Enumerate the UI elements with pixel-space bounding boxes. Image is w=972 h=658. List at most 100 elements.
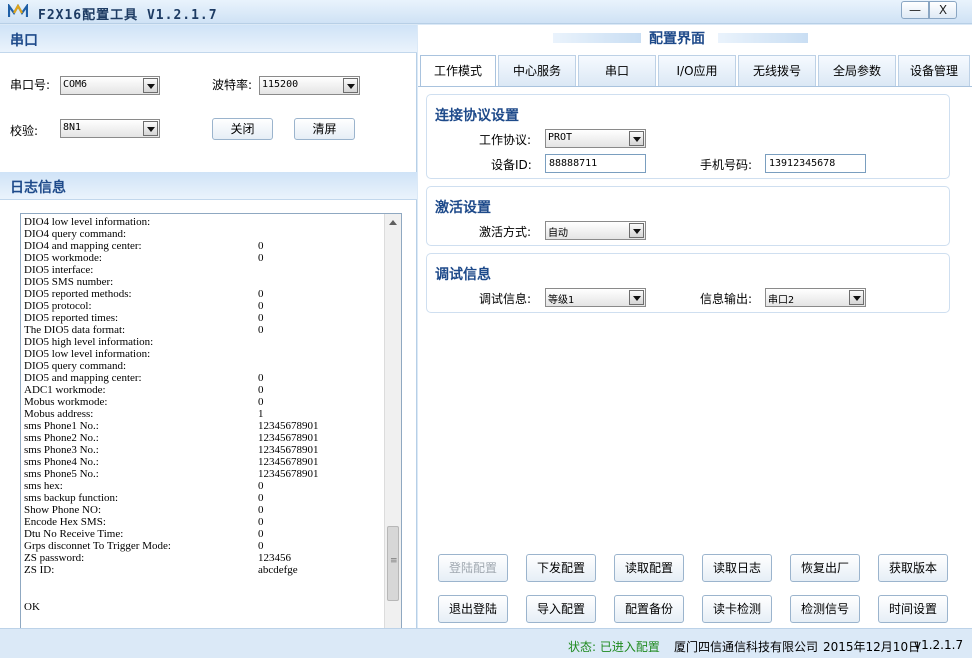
- log-line: DIO5 workmode: 0: [24, 252, 384, 264]
- baud-value: 115200: [262, 79, 299, 90]
- close-port-button[interactable]: 关闭: [212, 118, 273, 140]
- scroll-thumb[interactable]: [387, 526, 399, 601]
- config-tabs: 工作模式 中心服务 串口 I/O应用 无线拨号 全局参数 设备管理: [418, 55, 972, 87]
- card-check-button[interactable]: 读卡检测: [702, 595, 772, 623]
- log-output[interactable]: DIO4 low level information: DIO4 query co…: [20, 213, 402, 642]
- log-value: 0: [258, 324, 264, 336]
- read-config-button[interactable]: 读取配置: [614, 554, 684, 582]
- tab-work-mode[interactable]: 工作模式: [420, 55, 496, 87]
- window-title: F2X16配置工具 V1.2.1.7: [38, 8, 218, 23]
- check-select[interactable]: 8N1: [60, 119, 160, 138]
- scroll-up-icon[interactable]: [389, 220, 397, 225]
- tab-center-service[interactable]: 中心服务: [498, 55, 576, 86]
- tab-global-params[interactable]: 全局参数: [818, 55, 896, 86]
- log-key: sms hex:: [24, 480, 63, 492]
- chevron-down-icon[interactable]: [343, 78, 358, 93]
- log-line: DIO4 low level information:: [24, 216, 384, 228]
- log-value: 0: [258, 312, 264, 324]
- debug-level-label: 调试信息:: [479, 292, 532, 306]
- chevron-down-icon[interactable]: [849, 290, 864, 305]
- device-id-label: 设备ID:: [491, 158, 532, 172]
- tab-wireless-dial[interactable]: 无线拨号: [738, 55, 816, 86]
- debug-group: 调试信息 调试信息: 等级1 信息输出: 串口2: [426, 253, 950, 313]
- port-select[interactable]: COM6: [60, 76, 160, 95]
- config-content: 连接协议设置 工作协议: PROT 设备ID: 88888711 手机号码: 1…: [418, 86, 972, 628]
- get-version-button[interactable]: 获取版本: [878, 554, 948, 582]
- activation-mode-value: 自动: [548, 228, 568, 239]
- clear-log-button[interactable]: 清屏: [294, 118, 355, 140]
- debug-group-title: 调试信息: [435, 267, 491, 283]
- chevron-down-icon[interactable]: [629, 290, 644, 305]
- log-value: 12345678901: [258, 432, 319, 444]
- log-key: DIO5 high level information:: [24, 336, 154, 348]
- log-key: DIO5 and mapping center:: [24, 372, 142, 384]
- log-status: OK: [24, 601, 40, 613]
- minimize-button[interactable]: —: [901, 1, 929, 19]
- chevron-down-icon[interactable]: [629, 131, 644, 146]
- log-section-title: 日志信息: [10, 180, 66, 196]
- factory-reset-button[interactable]: 恢复出厂: [790, 554, 860, 582]
- debug-level-value: 等级1: [548, 295, 575, 306]
- close-button[interactable]: X: [929, 1, 957, 19]
- chevron-down-icon[interactable]: [143, 78, 158, 93]
- log-key: Encode Hex SMS:: [24, 516, 106, 528]
- tab-device-management[interactable]: 设备管理: [898, 55, 970, 86]
- serial-section-header: 串口: [0, 25, 417, 53]
- debug-output-select[interactable]: 串口2: [765, 288, 866, 307]
- tab-serial[interactable]: 串口: [578, 55, 656, 86]
- protocol-value: PROT: [548, 132, 573, 143]
- time-settings-button[interactable]: 时间设置: [878, 595, 948, 623]
- check-signal-button[interactable]: 检测信号: [790, 595, 860, 623]
- log-line: Mobus address: 1: [24, 408, 384, 420]
- log-key: ZS ID:: [24, 564, 55, 576]
- protocol-label: 工作协议:: [479, 133, 532, 147]
- chevron-down-icon[interactable]: [143, 121, 158, 136]
- log-key: sms Phone2 No.:: [24, 432, 99, 444]
- company-name: 厦门四信通信科技有限公司: [674, 640, 819, 654]
- connection-group: 连接协议设置 工作协议: PROT 设备ID: 88888711 手机号码: 1…: [426, 94, 950, 179]
- serial-section-title: 串口: [10, 33, 38, 49]
- backup-config-button[interactable]: 配置备份: [614, 595, 684, 623]
- log-line: DIO5 low level information:: [24, 348, 384, 360]
- log-value: 0: [258, 504, 264, 516]
- title-decoration-right: [718, 33, 808, 43]
- debug-output-value: 串口2: [768, 295, 795, 306]
- debug-level-select[interactable]: 等级1: [545, 288, 646, 307]
- log-value: 0: [258, 480, 264, 492]
- activation-mode-select[interactable]: 自动: [545, 221, 646, 240]
- log-line: Mobus workmode: 0: [24, 396, 384, 408]
- read-log-button[interactable]: 读取日志: [702, 554, 772, 582]
- log-key: ADC1 workmode:: [24, 384, 106, 396]
- tab-io[interactable]: I/O应用: [658, 55, 736, 86]
- log-key: Mobus workmode:: [24, 396, 108, 408]
- log-value: abcdefge: [258, 564, 298, 576]
- log-key: DIO5 query command:: [24, 360, 127, 372]
- phone-field[interactable]: 13912345678: [765, 154, 866, 173]
- log-line: Dtu No Receive Time: 0: [24, 528, 384, 540]
- device-id-field[interactable]: 88888711: [545, 154, 646, 173]
- login-config-button[interactable]: 登陆配置: [438, 554, 508, 582]
- protocol-select[interactable]: PROT: [545, 129, 646, 148]
- log-line: ZS password: 123456: [24, 552, 384, 564]
- log-line: sms backup function: 0: [24, 492, 384, 504]
- send-config-button[interactable]: 下发配置: [526, 554, 596, 582]
- log-line: DIO4 and mapping center: 0: [24, 240, 384, 252]
- status-version: v1.2.1.7: [914, 638, 964, 652]
- log-line: The DIO5 data format: 0: [24, 324, 384, 336]
- baud-select[interactable]: 115200: [259, 76, 360, 95]
- log-value: 0: [258, 396, 264, 408]
- log-scrollbar[interactable]: [384, 214, 401, 641]
- log-key: ZS password:: [24, 552, 85, 564]
- log-line: ZS ID: abcdefge: [24, 564, 384, 576]
- log-key: DIO5 low level information:: [24, 348, 151, 360]
- chevron-down-icon[interactable]: [629, 223, 644, 238]
- log-value: 12345678901: [258, 444, 319, 456]
- status-text: 状态: 已进入配置: [568, 640, 660, 654]
- config-title-bar: 配置界面: [508, 29, 898, 47]
- log-key: DIO5 reported methods:: [24, 288, 132, 300]
- import-config-button[interactable]: 导入配置: [526, 595, 596, 623]
- activation-mode-label: 激活方式:: [479, 225, 532, 239]
- logout-button[interactable]: 退出登陆: [438, 595, 508, 623]
- log-line: sms Phone5 No.: 12345678901: [24, 468, 384, 480]
- debug-output-label: 信息输出:: [700, 292, 753, 306]
